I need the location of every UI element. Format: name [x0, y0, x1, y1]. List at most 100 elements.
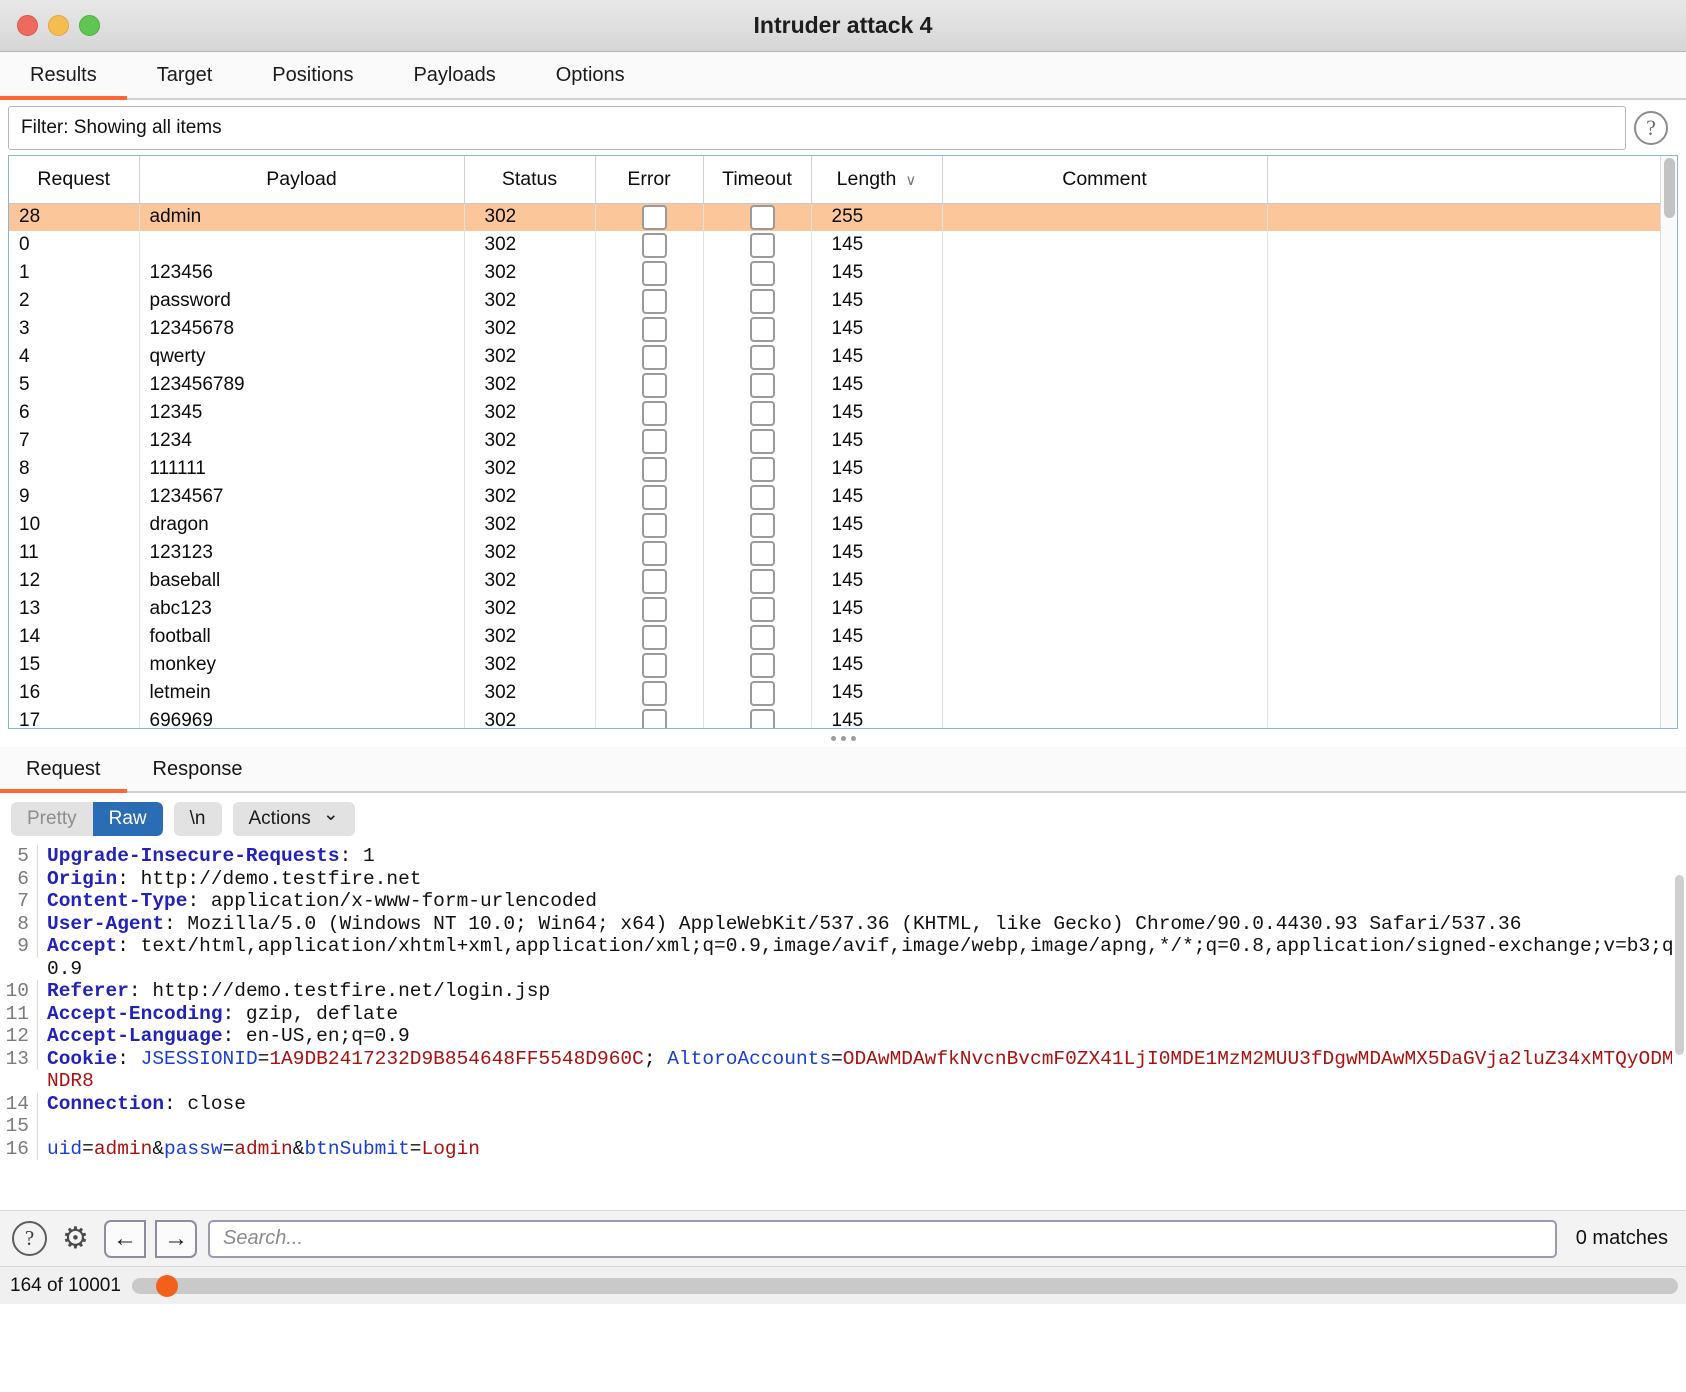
error-checkbox[interactable]: [641, 260, 667, 286]
table-row[interactable]: 13 abc123 302 145: [9, 595, 1660, 623]
tab-response[interactable]: Response: [127, 747, 269, 791]
line-content[interactable]: Accept: text/html,application/xhtml+xml,…: [47, 935, 1686, 980]
actions-button[interactable]: Actions: [232, 802, 355, 836]
pretty-button[interactable]: Pretty: [11, 802, 93, 836]
tab-options[interactable]: Options: [526, 52, 655, 98]
error-checkbox[interactable]: [641, 680, 667, 706]
error-checkbox[interactable]: [641, 540, 667, 566]
request-editor-scrollbar[interactable]: [1672, 845, 1686, 1210]
error-checkbox[interactable]: [641, 568, 667, 594]
line-content[interactable]: Connection: close: [47, 1093, 1686, 1116]
tab-payloads[interactable]: Payloads: [383, 52, 525, 98]
error-checkbox[interactable]: [641, 652, 667, 678]
column-header-error[interactable]: Error: [595, 156, 704, 204]
timeout-checkbox[interactable]: [749, 400, 775, 426]
results-table-vertical-scrollbar[interactable]: [1660, 156, 1677, 728]
table-row[interactable]: 5 123456789 302 145: [9, 371, 1660, 399]
column-header-request[interactable]: Request: [9, 156, 140, 204]
line-content[interactable]: User-Agent: Mozilla/5.0 (Windows NT 10.0…: [47, 913, 1686, 936]
error-checkbox[interactable]: [641, 512, 667, 538]
window-controls[interactable]: [0, 15, 100, 36]
line-content[interactable]: uid=admin&passw=admin&btnSubmit=Login: [47, 1138, 1686, 1161]
error-checkbox[interactable]: [641, 708, 667, 728]
table-row[interactable]: 9 1234567 302 145: [9, 483, 1660, 511]
search-next-button[interactable]: →: [155, 1219, 197, 1258]
table-row[interactable]: 17 696969 302 145: [9, 707, 1660, 728]
attack-progress-bar[interactable]: [131, 1274, 1678, 1297]
column-header-status[interactable]: Status: [464, 156, 596, 204]
column-header-comment[interactable]: Comment: [942, 156, 1268, 204]
timeout-checkbox[interactable]: [749, 260, 775, 286]
line-content[interactable]: Origin: http://demo.testfire.net: [47, 868, 1686, 891]
timeout-checkbox[interactable]: [749, 568, 775, 594]
tab-target[interactable]: Target: [127, 52, 243, 98]
newline-button[interactable]: \n: [173, 802, 222, 836]
table-row[interactable]: 4 qwerty 302 145: [9, 343, 1660, 371]
timeout-checkbox[interactable]: [749, 596, 775, 622]
table-row[interactable]: 0 302 145: [9, 231, 1660, 259]
table-row[interactable]: 2 password 302 145: [9, 287, 1660, 315]
attack-progress-knob[interactable]: [156, 1274, 179, 1297]
timeout-checkbox[interactable]: [749, 652, 775, 678]
timeout-checkbox[interactable]: [749, 680, 775, 706]
line-content[interactable]: Accept-Encoding: gzip, deflate: [47, 1003, 1686, 1026]
timeout-checkbox[interactable]: [749, 344, 775, 370]
filter-help-icon[interactable]: ?: [1634, 111, 1668, 145]
error-checkbox[interactable]: [641, 400, 667, 426]
line-content[interactable]: Referer: http://demo.testfire.net/login.…: [47, 980, 1686, 1003]
tab-positions[interactable]: Positions: [242, 52, 383, 98]
line-content[interactable]: Accept-Language: en-US,en;q=0.9: [47, 1025, 1686, 1048]
table-row[interactable]: 6 12345 302 145: [9, 399, 1660, 427]
timeout-checkbox[interactable]: [749, 316, 775, 342]
error-checkbox[interactable]: [641, 596, 667, 622]
table-row[interactable]: 15 monkey 302 145: [9, 651, 1660, 679]
column-header-timeout[interactable]: Timeout: [703, 156, 812, 204]
timeout-checkbox[interactable]: [749, 540, 775, 566]
gear-icon[interactable]: ⚙: [58, 1221, 93, 1256]
table-row[interactable]: 7 1234 302 145: [9, 427, 1660, 455]
error-checkbox[interactable]: [641, 316, 667, 342]
zoom-button[interactable]: [79, 15, 100, 36]
error-checkbox[interactable]: [641, 344, 667, 370]
timeout-checkbox[interactable]: [749, 428, 775, 454]
table-row[interactable]: 8 111111 302 145: [9, 455, 1660, 483]
timeout-checkbox[interactable]: [749, 288, 775, 314]
error-checkbox[interactable]: [641, 372, 667, 398]
error-checkbox[interactable]: [641, 456, 667, 482]
table-row[interactable]: 12 baseball 302 145: [9, 567, 1660, 595]
close-button[interactable]: [17, 15, 38, 36]
raw-button[interactable]: Raw: [92, 802, 163, 836]
tab-results[interactable]: Results: [0, 52, 127, 100]
table-row[interactable]: 10 dragon 302 145: [9, 511, 1660, 539]
timeout-checkbox[interactable]: [749, 204, 775, 230]
timeout-checkbox[interactable]: [749, 484, 775, 510]
timeout-checkbox[interactable]: [749, 708, 775, 728]
request-editor[interactable]: 5 Upgrade-Insecure-Requests: 1 6 Origin: ht…: [0, 845, 1686, 1210]
table-row[interactable]: 16 letmein 302 145: [9, 679, 1660, 707]
panel-splitter-handle[interactable]: [0, 729, 1686, 747]
search-help-icon[interactable]: ?: [12, 1221, 47, 1256]
column-header-payload[interactable]: Payload: [139, 156, 465, 204]
table-row[interactable]: 28 admin 302 255: [9, 203, 1660, 231]
table-row[interactable]: 14 football 302 145: [9, 623, 1660, 651]
table-row[interactable]: 1 123456 302 145: [9, 259, 1660, 287]
search-previous-button[interactable]: ←: [104, 1219, 146, 1258]
error-checkbox[interactable]: [641, 428, 667, 454]
timeout-checkbox[interactable]: [749, 372, 775, 398]
column-header-length[interactable]: Length ∨: [811, 156, 943, 204]
results-scrollbar-thumb[interactable]: [1664, 158, 1675, 218]
error-checkbox[interactable]: [641, 484, 667, 510]
filter-bar[interactable]: Filter: Showing all items: [8, 106, 1626, 150]
tab-request[interactable]: Request: [0, 747, 127, 793]
table-row[interactable]: 11 123123 302 145: [9, 539, 1660, 567]
pretty-raw-toggle[interactable]: Pretty Raw: [11, 802, 163, 836]
timeout-checkbox[interactable]: [749, 624, 775, 650]
error-checkbox[interactable]: [641, 204, 667, 230]
table-row[interactable]: 3 12345678 302 145: [9, 315, 1660, 343]
request-editor-scrollbar-thumb[interactable]: [1675, 875, 1684, 1055]
error-checkbox[interactable]: [641, 232, 667, 258]
search-input[interactable]: Search...: [208, 1219, 1557, 1258]
timeout-checkbox[interactable]: [749, 512, 775, 538]
error-checkbox[interactable]: [641, 624, 667, 650]
line-content[interactable]: Content-Type: application/x-www-form-url…: [47, 890, 1686, 913]
